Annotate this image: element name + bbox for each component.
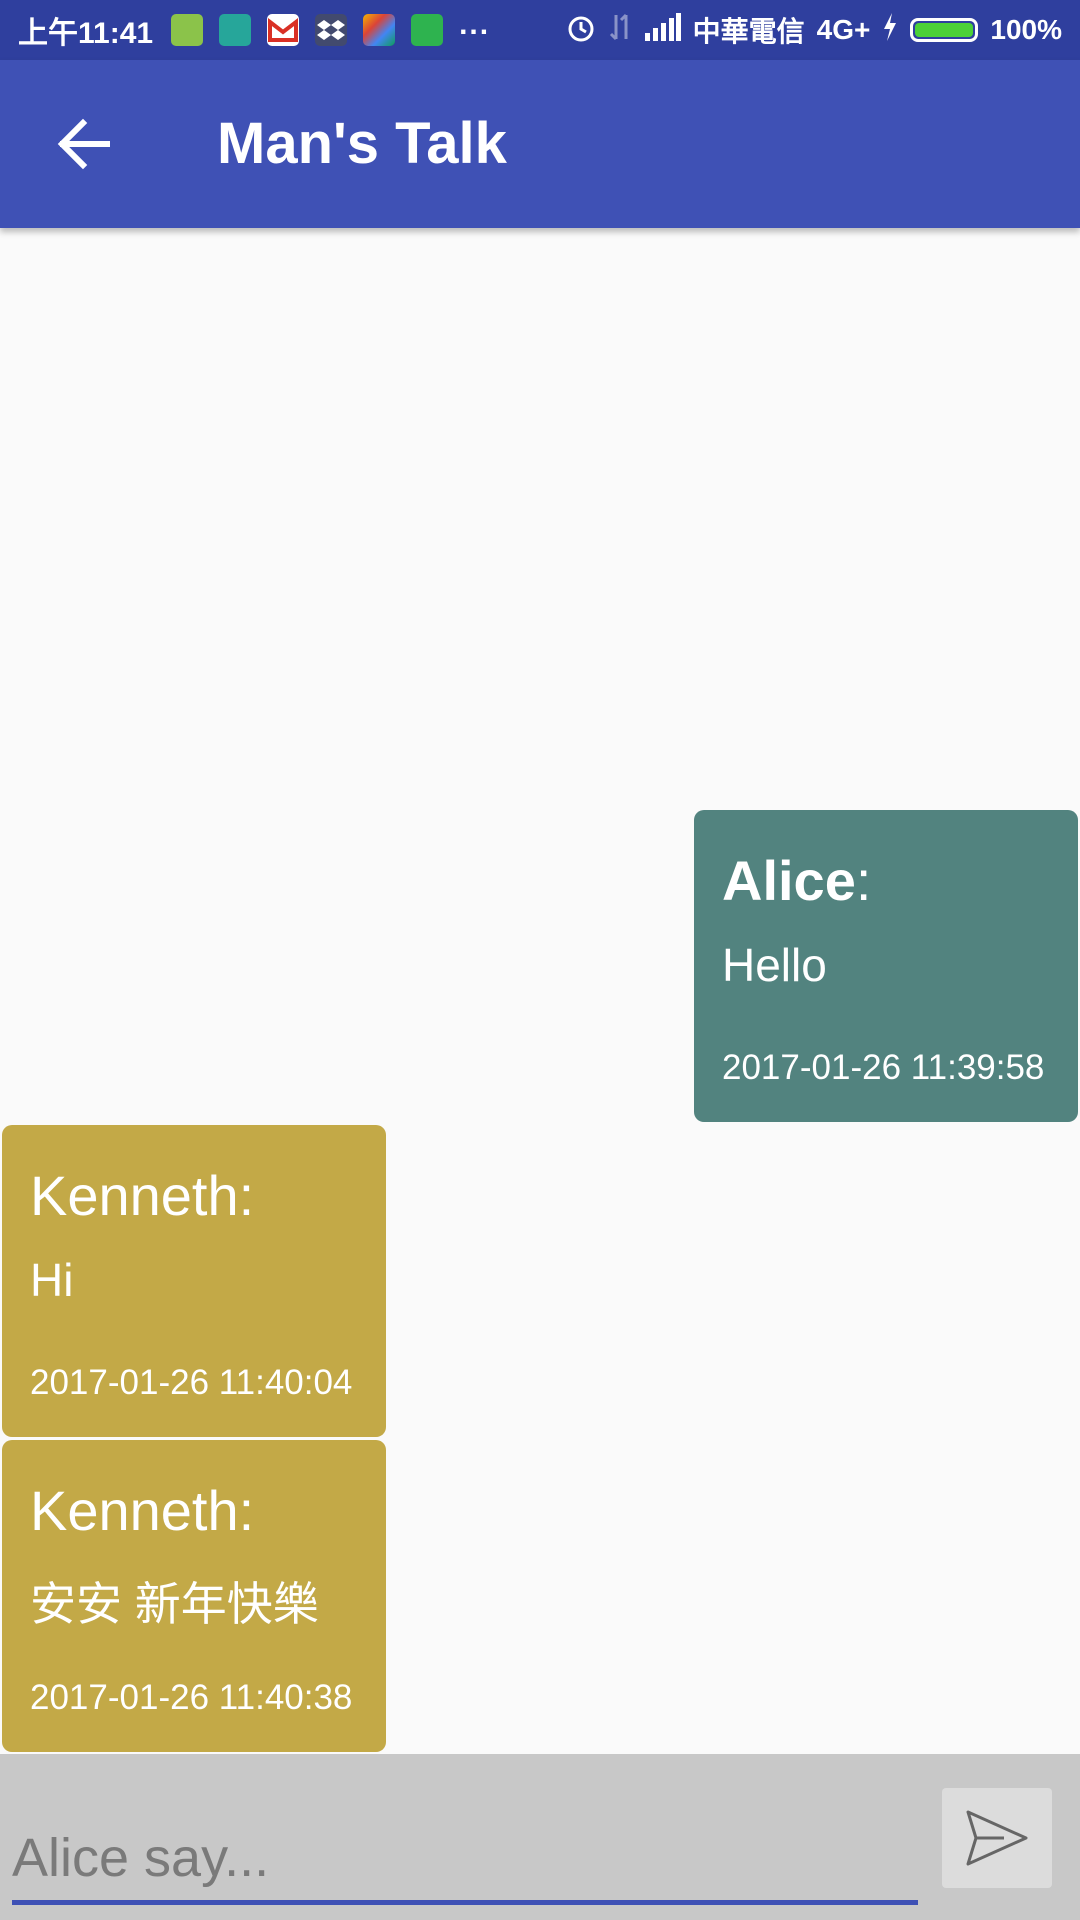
message-text: 安安 新年快樂 [30,1578,319,1630]
data-transfer-icon [609,11,633,50]
news-app-icon [411,14,444,46]
message-sender: Kenneth: [30,1479,255,1542]
message-timestamp: 2017-01-26 11:39:58 [722,1048,1045,1087]
status-bar: 上午11:41 ... 中華電信 4G+ 100% [0,0,1080,60]
message-timestamp: 2017-01-26 11:40:38 [30,1678,353,1717]
battery-level-fill [915,23,974,37]
app-bar: Man's Talk [0,60,1080,228]
status-bar-right: 中華電信 4G+ 100% [553,0,1062,60]
gmail-icon [267,14,300,46]
message-bubble[interactable]: Alice: Hello 2017-01-26 11:39:58 [694,810,1078,1122]
charging-icon [882,12,898,48]
photos-icon [363,14,396,46]
battery-icon [910,18,979,42]
message-composer [0,1754,1080,1920]
calendar-icon [219,14,252,46]
send-button[interactable] [942,1788,1052,1888]
page-title: Man's Talk [217,111,507,176]
message-text: Hi [30,1254,74,1306]
message-sender: Alice: [722,849,872,912]
chat-message-list[interactable]: Alice: Hello 2017-01-26 11:39:58 Kenneth… [0,228,1080,1754]
carrier-name: 中華電信 [692,16,805,47]
network-type: 4G+ [816,14,871,45]
message-text: Hello [722,939,827,991]
back-button[interactable] [44,104,124,184]
more-notifications-icon: ... [459,8,491,41]
signal-icon [644,12,681,48]
message-bubble[interactable]: Kenneth: 安安 新年快樂 2017-01-26 11:40:38 [2,1440,386,1752]
message-bubble[interactable]: Kenneth: Hi 2017-01-26 11:40:04 [2,1125,386,1437]
send-icon [966,1810,1028,1866]
status-time: 上午11:41 [18,17,154,50]
status-bar-left: 上午11:41 ... [18,0,490,60]
message-input[interactable] [12,1816,918,1900]
battery-percent: 100% [990,14,1062,45]
message-sender: Kenneth: [30,1164,255,1227]
battery-app-icon [171,14,204,46]
alarm-icon [565,11,597,50]
arrow-back-icon [57,118,110,170]
message-input-wrapper [12,1816,918,1905]
message-timestamp: 2017-01-26 11:40:04 [30,1363,353,1402]
dropbox-icon [315,14,348,46]
